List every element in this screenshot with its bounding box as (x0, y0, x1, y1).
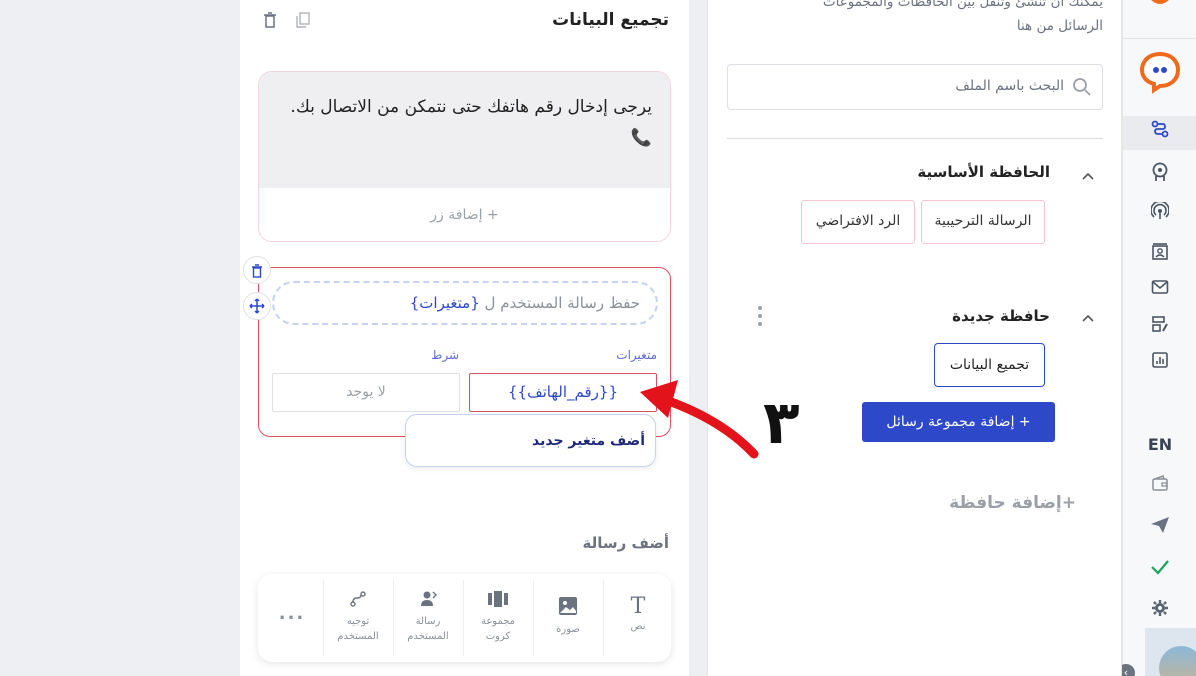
basic-folder-collapse-icon[interactable] (1081, 166, 1097, 182)
save-user-message-label: حفظ رسالة المستخدم ل (484, 294, 640, 312)
message-type-image-label: صورة (556, 624, 580, 635)
delete-group-icon[interactable] (263, 12, 277, 32)
message-type-route-label: توجيه المستخدم (337, 616, 379, 642)
new-folder-title[interactable]: حافظة جديدة (952, 307, 1050, 325)
check-icon[interactable] (1123, 558, 1196, 581)
folder-item-data-collection[interactable]: تجميع البيانات (934, 343, 1045, 387)
text-message-body[interactable]: يرجى إدخال رقم هاتفك حتى نتمكن من الاتصا… (259, 72, 670, 188)
image-icon (534, 596, 602, 620)
folders-hint: يمكنك أن تنشئ وتنقل بين الحافظات والمجمو… (743, 0, 1103, 38)
folder-options-icon[interactable] (757, 304, 765, 328)
message-type-user-message[interactable]: رسالة المستخدم (394, 580, 462, 656)
add-new-variable-button[interactable]: أضف متغير جديد (405, 414, 656, 467)
user-avatar[interactable] (1145, 628, 1196, 676)
copy-group-icon[interactable] (296, 12, 310, 32)
condition-select[interactable]: لا يوجد (272, 373, 460, 412)
contacts-icon[interactable] (1123, 243, 1196, 266)
broadcast-icon[interactable] (1123, 200, 1196, 225)
variable-select[interactable]: {{رقم_الهاتف}} (469, 373, 657, 412)
save-user-message-field[interactable]: حفظ رسالة المستخدم ل {متغيرات} (272, 281, 658, 325)
message-type-user-message-label: رسالة المستخدم (407, 616, 449, 642)
tools-icon[interactable] (1123, 315, 1196, 338)
send-icon[interactable] (1123, 516, 1196, 539)
flow-icon[interactable] (1123, 116, 1196, 150)
brand-logo-top (1123, 0, 1196, 18)
annotation-arrow (640, 380, 759, 459)
message-type-image[interactable]: صورة (534, 580, 602, 656)
message-type-text[interactable]: T نص (604, 580, 672, 656)
folder-item-welcome[interactable]: الرسالة الترحيبية (921, 200, 1045, 244)
search-icon (1072, 77, 1092, 101)
brand-logo[interactable] (1123, 50, 1196, 94)
folder-item-default-reply[interactable]: الرد الافتراضي (801, 200, 915, 244)
folders-hint-line1: يمكنك أن تنشئ وتنقل بين الحافظات والمجمو… (822, 0, 1103, 10)
user-message-icon (394, 590, 462, 612)
wallet-icon[interactable] (1123, 474, 1196, 497)
editor-title: تجميع البيانات (552, 10, 669, 30)
add-message-group-button[interactable]: + إضافة مجموعة رسائل (862, 402, 1055, 442)
cards-icon (464, 590, 532, 612)
mail-icon[interactable] (1123, 279, 1196, 300)
text-icon: T (630, 594, 646, 619)
add-folder-button[interactable]: +إضافة حافظة (949, 493, 1076, 513)
search-input[interactable]: البحث باسم الملف (727, 64, 1103, 110)
text-message-card: يرجى إدخال رقم هاتفك حتى نتمكن من الاتصا… (258, 71, 671, 242)
move-block-icon[interactable] (243, 292, 271, 320)
new-folder-collapse-icon[interactable] (1081, 308, 1097, 324)
folders-hint-line2: الرسائل من هنا (1016, 18, 1103, 34)
variables-token: {متغيرات} (409, 294, 480, 312)
basic-folder-title[interactable]: الحافظة الأساسية (917, 163, 1050, 181)
analytics-icon[interactable] (1123, 351, 1196, 374)
add-button[interactable]: + إضافة زر (259, 188, 670, 241)
annotation-step-number: ٣ (763, 388, 800, 458)
divider (727, 138, 1103, 139)
language-toggle[interactable]: EN (1123, 435, 1196, 455)
folders-panel: يمكنك أن تنشئ وتنقل بين الحافظات والمجمو… (707, 0, 1122, 676)
route-icon (324, 590, 392, 612)
search-placeholder: البحث باسم الملف (955, 78, 1064, 94)
more-message-types-button[interactable]: ... (270, 603, 314, 624)
message-type-cards[interactable]: مجموعة كروت (464, 580, 532, 656)
settings-icon[interactable] (1123, 599, 1196, 622)
text-message-content: يرجى إدخال رقم هاتفك حتى نتمكن من الاتصا… (290, 97, 652, 148)
add-message-heading: أضف رسالة (582, 534, 669, 552)
brain-icon[interactable] (1123, 162, 1196, 187)
icon-sidebar: EN ‹ (1117, 0, 1196, 676)
condition-label: شرط (431, 348, 459, 362)
message-type-cards-label: مجموعة كروت (480, 616, 516, 642)
message-type-route[interactable]: توجيه المستخدم (324, 580, 392, 656)
delete-block-icon[interactable] (243, 256, 271, 284)
variables-label: متغيرات (616, 348, 657, 362)
message-type-text-label: نص (630, 621, 646, 632)
editor-panel: تجميع البيانات يرجى إدخال رقم هاتفك حتى … (240, 0, 689, 676)
